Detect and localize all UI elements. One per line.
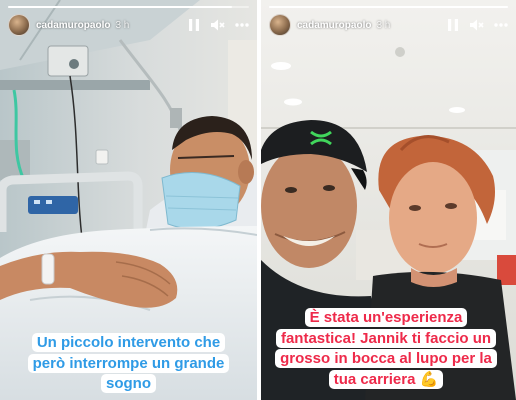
stories-viewer: cadamuropaolo 3 h Un piccolo intervento … [0,0,516,400]
volume-muted-icon [470,19,484,31]
more-options-icon [235,23,249,27]
pause-icon [189,19,199,31]
pause-icon [448,19,458,31]
story-controls [446,18,508,32]
story-progress-fill [269,6,508,8]
story-progress-bar [269,6,508,8]
post-time: 3 h [376,19,391,31]
story-right[interactable]: cadamuropaolo 3 h È stata un'esperienza … [261,0,516,400]
story-header: cadamuropaolo 3 h [269,12,508,38]
pause-button[interactable] [187,18,201,32]
story-header: cadamuropaolo 3 h [8,12,249,38]
more-options-button[interactable] [494,18,508,32]
story-caption: Un piccolo intervento che però interromp… [22,333,235,395]
story-caption: È stata un'esperienza fantastica! Jannik… [273,308,499,391]
pause-button[interactable] [446,18,460,32]
avatar[interactable] [269,14,291,36]
story-left[interactable]: cadamuropaolo 3 h Un piccolo intervento … [0,0,257,400]
story-controls [187,18,249,32]
story-caption-text: È stata un'esperienza fantastica! Jannik… [275,308,497,390]
mute-button[interactable] [211,18,225,32]
post-time: 3 h [115,19,130,31]
more-options-icon [494,23,508,27]
username[interactable]: cadamuropaolo [36,20,110,31]
story-progress-fill [8,6,233,8]
story-progress-bar [8,6,249,8]
mute-button[interactable] [470,18,484,32]
story-caption-text: Un piccolo intervento che però interromp… [27,333,230,394]
volume-muted-icon [211,19,225,31]
username[interactable]: cadamuropaolo [297,20,371,31]
avatar[interactable] [8,14,30,36]
more-options-button[interactable] [235,18,249,32]
